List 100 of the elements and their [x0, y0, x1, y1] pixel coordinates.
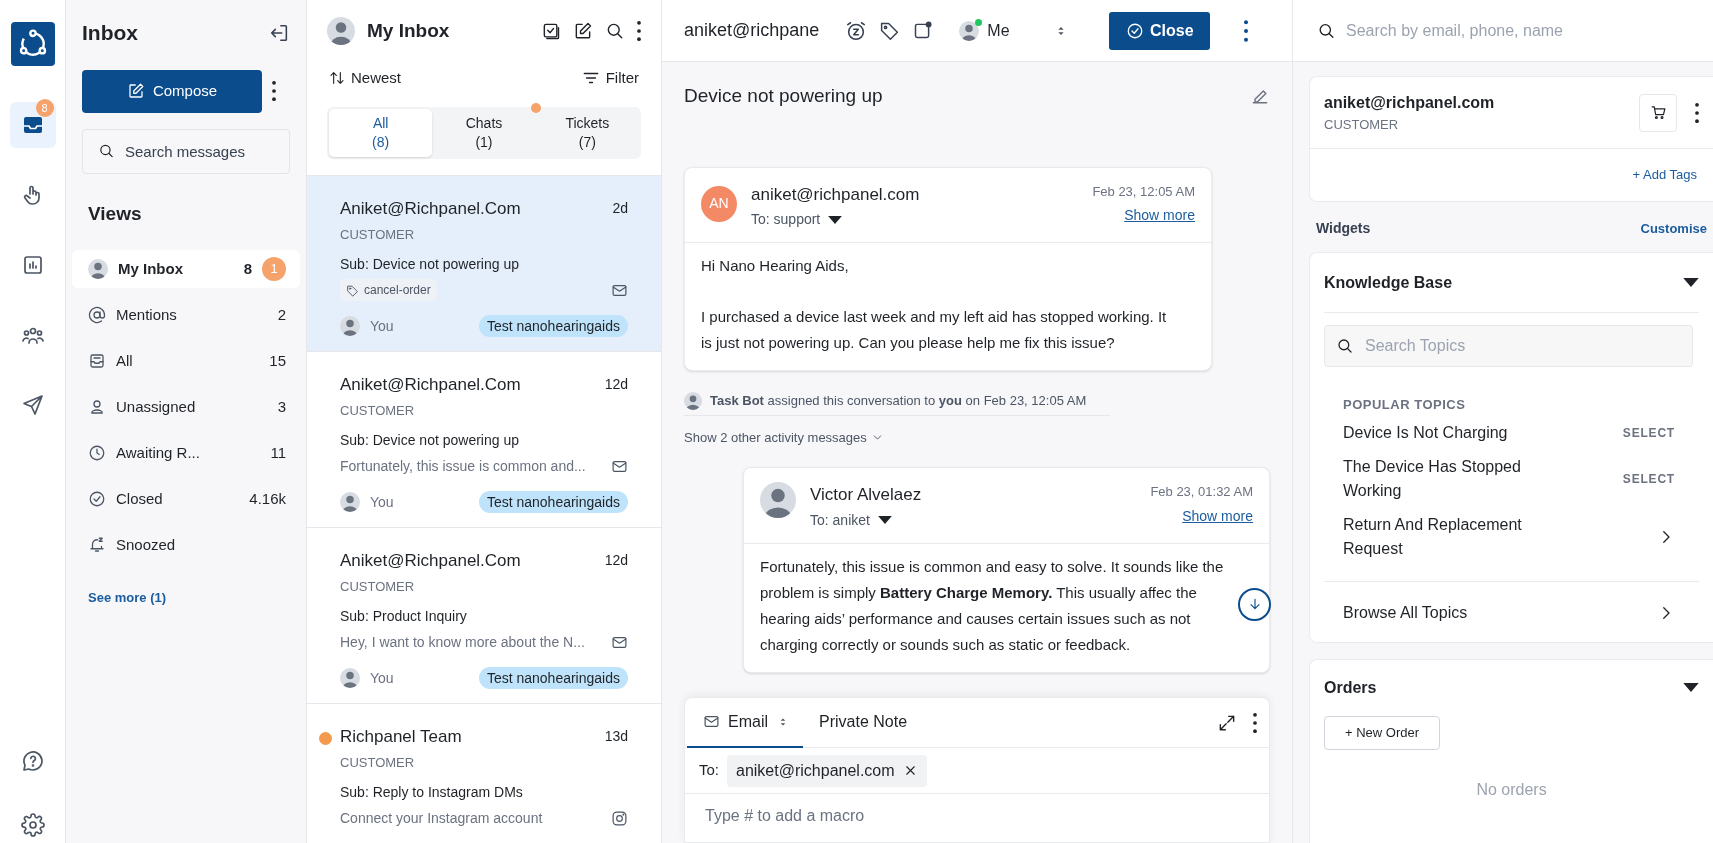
sort-arrows-icon: [329, 70, 345, 87]
scroll-down-button[interactable]: [1238, 587, 1271, 621]
view-item[interactable]: Unassigned 3: [72, 388, 300, 426]
select-button[interactable]: SELECT: [1622, 469, 1675, 488]
assignee-name: You: [370, 668, 394, 688]
user-avatar: [684, 391, 702, 410]
send-icon: [20, 393, 45, 417]
recipient-label: To: support: [751, 210, 821, 229]
person-icon: [88, 398, 106, 416]
composer-tab[interactable]: Email: [687, 697, 803, 748]
user-avatar: [340, 492, 360, 512]
recipient-chip[interactable]: aniket@richpanel.com: [727, 754, 927, 787]
message-text: Fortunately, this issue is common and easy to solve. It sounds like the problem is simply Battery Charge Memory. This usually affec the hearing aids’ performance and causes certain issues such as not charging correctly or sounds such as static or feedback.: [760, 556, 1225, 655]
view-label: All: [116, 350, 134, 371]
unread-badge: 1: [262, 257, 286, 281]
sender-name: Victor Alvelaez: [810, 484, 923, 506]
see-more-link[interactable]: See more (1): [88, 588, 167, 608]
view-count: 3: [277, 396, 286, 417]
topic-title: Return And Replacement Request: [1343, 514, 1523, 559]
widget-title: Orders: [1324, 677, 1377, 698]
close-button[interactable]: Close: [1109, 11, 1211, 50]
contact-role: CUSTOMER: [340, 225, 416, 244]
topic-item[interactable]: The Device Has Stopped Working SELECT: [1343, 454, 1675, 503]
filter-tab[interactable]: All (8): [329, 108, 433, 157]
filter-tab[interactable]: Tickets (7): [535, 108, 639, 157]
more-options-icon[interactable]: [1695, 102, 1699, 123]
filter-tab[interactable]: Chats (1): [432, 108, 536, 157]
panel-title: Inbox: [82, 20, 138, 46]
help-icon: [20, 749, 45, 773]
contact-name: Aniket@Richpanel.Com: [340, 374, 521, 396]
browse-topics-item[interactable]: Browse All Topics: [1324, 599, 1699, 626]
view-count: 15: [269, 350, 286, 371]
caret-down-icon[interactable]: [828, 215, 843, 224]
camera-icon: [611, 809, 628, 827]
to-label: To:: [699, 760, 719, 781]
view-item[interactable]: Snoozed: [72, 526, 300, 564]
add-tags-link[interactable]: + Add Tags: [1632, 165, 1697, 185]
search-icon: [605, 21, 625, 41]
view-item[interactable]: Awaiting R... 11: [72, 434, 300, 472]
view-label: Awaiting R...: [116, 442, 201, 463]
contact-role: CUSTOMER: [340, 753, 416, 772]
list-title: My Inbox: [367, 18, 451, 43]
user-avatar: [340, 668, 360, 688]
filter-button[interactable]: Filter: [581, 67, 639, 90]
show-more-link[interactable]: Show more: [1182, 505, 1253, 527]
view-item[interactable]: All 15: [72, 342, 300, 380]
conversation-item[interactable]: Aniket@Richpanel.Com 2d CUSTOMER Sub: Device not powering up cancel-order You Test nanohearingaids: [307, 175, 661, 351]
view-label: Snoozed: [116, 534, 177, 555]
topic-item[interactable]: Device Is Not Charging SELECT: [1343, 420, 1675, 445]
topic-search-field[interactable]: Search Topics: [1324, 325, 1693, 367]
empty-state-text: No orders: [1475, 779, 1548, 800]
tag-icon: [346, 283, 359, 297]
caret-down-icon[interactable]: [1683, 278, 1699, 287]
new-order-button[interactable]: + New Order: [1324, 715, 1441, 750]
search-icon: [1336, 337, 1354, 355]
cart-button[interactable]: [1639, 93, 1677, 132]
show-more-link[interactable]: Show more: [1124, 205, 1195, 226]
assignee-selector[interactable]: Me: [959, 18, 1070, 43]
conversation-subject: Device not powering up: [684, 84, 883, 108]
caret-down-icon[interactable]: [1683, 683, 1699, 692]
customer-search-field[interactable]: Search by email, phone, name: [1293, 0, 1713, 62]
pencil-square-icon: [126, 82, 145, 100]
contact-name: Aniket@Richpanel.Com: [340, 550, 521, 572]
contact-name: Aniket@Richpanel.Com: [340, 198, 521, 220]
app-logo[interactable]: [10, 22, 55, 66]
sort-button[interactable]: Newest: [329, 67, 402, 90]
message-time: Feb 23, 12:05 AM: [1092, 182, 1195, 201]
snooze-bell-icon: [88, 536, 106, 554]
more-options-icon[interactable]: [1253, 712, 1257, 733]
customise-link[interactable]: Customise: [1640, 218, 1707, 239]
check-circle-icon: [88, 490, 106, 508]
more-options-icon[interactable]: [637, 21, 641, 41]
user-avatar: [340, 316, 360, 336]
reply-input[interactable]: Type # to add a macro: [685, 794, 1269, 828]
view-item[interactable]: Mentions 2: [72, 296, 300, 334]
message-preview: Hey, I want to know more about the N...: [340, 632, 585, 652]
alarm-clock-icon: [845, 19, 868, 42]
search-icon: [98, 142, 115, 160]
search-field[interactable]: Search messages: [82, 128, 290, 174]
section-title: Views: [88, 201, 142, 226]
view-item[interactable]: My Inbox 8 1: [72, 250, 300, 288]
more-options-icon[interactable]: [272, 81, 276, 101]
assignee-name: You: [370, 316, 394, 336]
conversation-age: 12d: [604, 375, 628, 395]
conversation-subject: Sub: Device not powering up: [340, 255, 520, 274]
contact-role: CUSTOMER: [340, 577, 416, 596]
tag-chip: cancel-order: [340, 279, 437, 301]
topic-item[interactable]: Return And Replacement Request: [1343, 512, 1675, 561]
conversation-subject: Sub: Device not powering up: [340, 431, 520, 450]
count-badge: 8: [35, 99, 54, 117]
more-options-icon[interactable]: [1244, 19, 1249, 42]
view-count: 4.16k: [249, 488, 286, 509]
user-avatar: [760, 482, 796, 518]
view-item[interactable]: Closed 4.16k: [72, 480, 300, 518]
compose-button[interactable]: Compose: [82, 69, 262, 113]
select-button[interactable]: SELECT: [1622, 423, 1675, 442]
caret-down-icon[interactable]: [877, 516, 892, 524]
show-activity-link[interactable]: Show 2 other activity messages: [684, 427, 884, 447]
composer-tab[interactable]: Private Note: [803, 697, 924, 748]
team-label: Test nanohearingaids: [478, 315, 628, 337]
